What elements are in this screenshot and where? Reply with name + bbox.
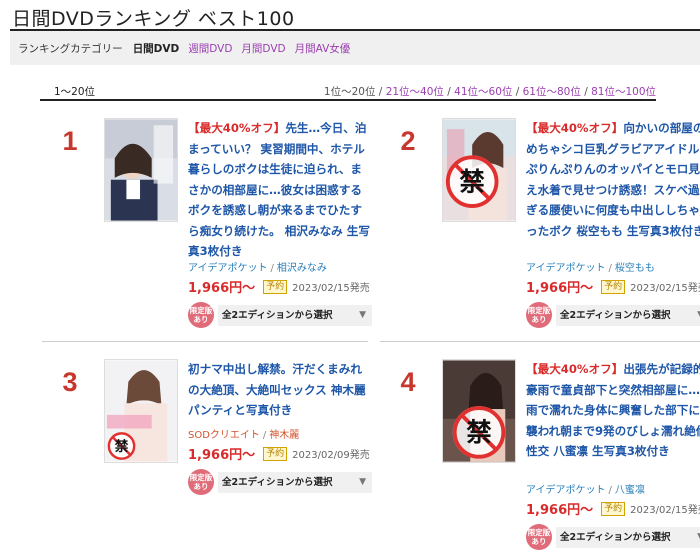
edition-select-label: 全2エディションから選択 — [560, 532, 671, 543]
reserve-badge: 予約 — [263, 446, 288, 461]
product-title-link[interactable]: 【最大40%オフ】先生…今日、泊まっていい？ 実習期間中、ホテル暮らしのボクは生… — [188, 118, 372, 262]
product-meta: アイデアポケット / 八蜜凛 — [526, 485, 645, 496]
range-link-21-40[interactable]: 21位〜40位 — [386, 86, 444, 98]
product-title-link[interactable]: 初ナマ中出し解禁。汗だくまみれの大絶頂、大絶叫セックス 神木麗 パンティと写真付… — [188, 359, 372, 421]
thumbnail-image: 禁 — [443, 119, 515, 221]
thumbnail-image: 禁 — [105, 360, 177, 462]
edition-row: 限定版あり 全2エディションから選択 ▼ — [188, 302, 372, 328]
category-monthly-actress[interactable]: 月間AV女優 — [295, 41, 351, 56]
range-link-61-80[interactable]: 61位〜80位 — [523, 86, 581, 98]
current-range: 1〜20位 — [54, 86, 96, 98]
price-row: 1,966円〜 予約 2023/02/15発売 — [526, 499, 700, 518]
product-thumbnail[interactable] — [104, 118, 178, 222]
rank-number: 1 — [62, 126, 78, 156]
edition-row: 限定版あり 全2エディションから選択▼ — [526, 302, 700, 328]
rank-number: 4 — [400, 367, 416, 397]
price: 1,966円〜 — [526, 281, 594, 296]
banned-mark: 禁 — [466, 418, 491, 447]
product-title-link[interactable]: 【最大40%オフ】向かいの部屋のめちゃシコ巨乳グラビアアイドル ぷりんぷりんのオ… — [526, 118, 700, 241]
limited-edition-badge: 限定版 あり — [188, 469, 214, 495]
reserve-badge: 予約 — [601, 501, 626, 516]
price-row: 1,966円〜 予約 2023/02/09発売 — [188, 444, 370, 463]
edition-select[interactable]: 全2エディションから選択 ▼ — [218, 305, 372, 326]
edition-select[interactable]: 全2エディションから選択▼ — [556, 527, 700, 548]
actress-link[interactable]: 相沢みなみ — [277, 263, 327, 274]
price: 1,966円〜 — [526, 503, 594, 518]
ranking-item: 3 禁 初ナマ中出し解禁。汗だくまみれの大絶頂、大絶叫セックス 神木麗 パンティ… — [42, 359, 372, 555]
release-date: 2023/02/15発売 — [630, 283, 700, 294]
label-link[interactable]: アイデアポケット — [526, 485, 606, 496]
product-thumbnail[interactable]: 禁 — [104, 359, 178, 463]
limited-edition-badge: 限定版 あり — [188, 302, 214, 328]
product-thumbnail[interactable]: 禁 — [442, 118, 516, 222]
range-link-81-100[interactable]: 81位〜100位 — [591, 86, 656, 98]
promo-tag: 【最大40%オフ】 — [188, 121, 286, 135]
actress-link[interactable]: 神木麗 — [269, 430, 299, 441]
category-monthly-dvd[interactable]: 月間DVD — [241, 41, 285, 56]
thumbnail-image: 禁 — [443, 360, 515, 462]
product-title: 出張先が記録的豪雨で童貞部下と突然相部屋に… 雨で濡れた身体に興奮した部下に襲わ… — [526, 362, 700, 458]
edition-row: 限定版あり 全2エディションから選択▼ — [526, 524, 700, 550]
product-title: 向かいの部屋のめちゃシコ巨乳グラビアアイドル ぷりんぷりんのオッパイとモロ見え水… — [526, 121, 700, 238]
actress-link[interactable]: 八蜜凛 — [615, 485, 645, 496]
row-divider — [42, 341, 368, 342]
price: 1,966円〜 — [188, 281, 256, 296]
banned-mark: 禁 — [115, 438, 129, 455]
reserve-badge: 予約 — [263, 279, 288, 294]
product-meta: アイデアポケット / 桜空もも — [526, 263, 655, 274]
range-link-1-20[interactable]: 1位〜20位 — [324, 86, 376, 98]
row-divider — [380, 341, 700, 342]
edition-row: 限定版あり 全2エディションから選択 ▼ — [188, 469, 372, 495]
page-title: 日間DVDランキング ベスト100 — [12, 8, 295, 30]
range-rule — [40, 99, 656, 101]
reserve-badge: 予約 — [601, 279, 626, 294]
product-thumbnail[interactable]: 禁 — [442, 359, 516, 463]
release-date: 2023/02/15発売 — [292, 283, 370, 294]
rank-number: 3 — [62, 367, 78, 397]
range-nav: 1〜20位 1位〜20位 / 21位〜40位 / 41位〜60位 / 61位〜8… — [40, 84, 656, 100]
category-daily-dvd[interactable]: 日間DVD — [133, 41, 180, 56]
label-link[interactable]: SODクリエイト — [188, 430, 260, 441]
ranking-item: 2 禁 【最大40%オフ】向かいの部屋のめちゃシコ巨乳グラビアアイドル ぷりんぷ… — [380, 118, 700, 333]
edition-select-label: 全2エディションから選択 — [222, 310, 333, 321]
product-title-link[interactable]: 【最大40%オフ】出張先が記録的豪雨で童貞部下と突然相部屋に… 雨で濡れた身体に… — [526, 359, 700, 462]
limited-edition-badge: 限定版 あり — [526, 302, 552, 328]
edition-select[interactable]: 全2エディションから選択▼ — [556, 305, 700, 326]
range-link-41-60[interactable]: 41位〜60位 — [454, 86, 512, 98]
banned-mark: 禁 — [460, 167, 485, 196]
product-title: 先生…今日、泊まっていい？ 実習期間中、ホテル暮らしのボクは生徒に迫られ、まさか… — [188, 121, 370, 258]
ranking-item: 4 禁 【最大40%オフ】出張先が記録的豪雨で童貞部下と突然相部屋に… 雨で濡れ… — [380, 359, 700, 555]
rank-number: 2 — [400, 126, 416, 156]
thumbnail-image — [105, 119, 177, 221]
dropdown-arrow-icon: ▼ — [359, 310, 366, 320]
promo-tag: 【最大40%オフ】 — [526, 121, 624, 135]
product-title: 初ナマ中出し解禁。汗だくまみれの大絶頂、大絶叫セックス 神木麗 パンティと写真付… — [188, 362, 366, 417]
ranking-item: 1 【最大40%オフ】先生…今日、泊まっていい？ 実習期間中、ホテル暮らしのボク… — [42, 118, 372, 333]
product-meta: SODクリエイト / 神木麗 — [188, 430, 300, 441]
actress-link[interactable]: 桜空もも — [615, 263, 655, 274]
category-weekly-dvd[interactable]: 週間DVD — [188, 41, 232, 56]
limited-edition-badge: 限定版 あり — [526, 524, 552, 550]
release-date: 2023/02/09発売 — [292, 450, 370, 461]
dropdown-arrow-icon: ▼ — [359, 477, 366, 487]
label-link[interactable]: アイデアポケット — [188, 263, 268, 274]
category-label: ランキングカテゴリー — [18, 42, 123, 55]
price-row: 1,966円〜 予約 2023/02/15発売 — [526, 277, 700, 296]
category-bar: ランキングカテゴリー 日間DVD 週間DVD 月間DVD 月間AV女優 — [10, 31, 700, 65]
range-links: 1位〜20位 / 21位〜40位 / 41位〜60位 / 61位〜80位 / 8… — [323, 86, 656, 98]
release-date: 2023/02/15発売 — [630, 505, 700, 516]
label-link[interactable]: アイデアポケット — [526, 263, 606, 274]
price-row: 1,966円〜 予約 2023/02/15発売 — [188, 277, 370, 296]
edition-select-label: 全2エディションから選択 — [222, 477, 333, 488]
promo-tag: 【最大40%オフ】 — [526, 362, 624, 376]
edition-select-label: 全2エディションから選択 — [560, 310, 671, 321]
edition-select[interactable]: 全2エディションから選択 ▼ — [218, 472, 372, 493]
product-meta: アイデアポケット / 相沢みなみ — [188, 263, 327, 274]
price: 1,966円〜 — [188, 448, 256, 463]
